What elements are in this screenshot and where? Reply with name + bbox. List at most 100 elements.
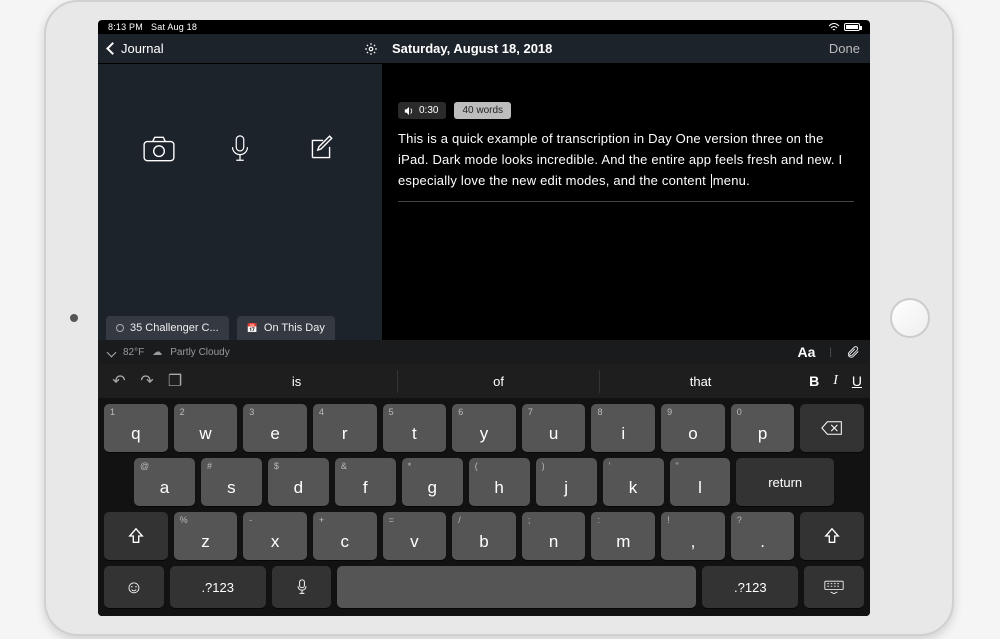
entry-text-a: This is a quick example of transcription… (398, 131, 842, 188)
key-h[interactable]: (h (469, 458, 530, 506)
key-g[interactable]: *g (402, 458, 463, 506)
gear-icon[interactable] (364, 42, 378, 56)
shift-key-left[interactable] (104, 512, 168, 560)
back-label: Journal (121, 41, 164, 56)
app-header: Journal Saturday, August 18, 2018 Done (98, 34, 870, 64)
key-x[interactable]: -x (243, 512, 307, 560)
key-o[interactable]: 9o (661, 404, 725, 452)
suggestion-3[interactable]: that (599, 370, 801, 393)
suggestion-1[interactable]: is (196, 370, 397, 393)
battery-icon (844, 23, 860, 31)
entry-date-title: Saturday, August 18, 2018 (392, 41, 829, 56)
quicktype-row: ↶ ↷ ❐ is of that B I U (98, 364, 870, 398)
back-button[interactable]: Journal (108, 41, 228, 56)
microphone-icon[interactable] (223, 134, 257, 164)
audio-row: 0:30 40 words (398, 102, 854, 119)
shift-key-right[interactable] (800, 512, 864, 560)
chip-label: 35 Challenger C... (130, 322, 219, 334)
toolbar-temp[interactable]: 82°F (123, 347, 144, 358)
keyboard-wrapper: 82°F ☁ Partly Cloudy Aa | ↶ ↷ ❐ is of th… (98, 340, 870, 616)
key-d[interactable]: $d (268, 458, 329, 506)
editor-pane[interactable]: 0:30 40 words This is a quick example of… (382, 64, 870, 340)
key-z[interactable]: %z (174, 512, 238, 560)
bold-button[interactable]: B (809, 373, 819, 389)
backspace-key[interactable] (800, 404, 864, 452)
format-controls: B I U (809, 373, 862, 389)
entry-divider (398, 201, 854, 202)
camera-icon[interactable] (142, 134, 176, 164)
audio-clip-badge[interactable]: 0:30 (398, 102, 446, 119)
toolbar-weather[interactable]: Partly Cloudy (170, 347, 229, 358)
key-l[interactable]: "l (670, 458, 731, 506)
chevron-down-icon[interactable] (107, 347, 117, 357)
key-a[interactable]: @a (134, 458, 195, 506)
numswitch-key-left[interactable]: .?123 (170, 566, 266, 608)
key-v[interactable]: =v (383, 512, 447, 560)
pin-icon (116, 324, 124, 332)
keyboard: 1q2w3e4r5t6y7u8i9o0p @a#s$d&f*g(h)j'k"lr… (98, 398, 870, 616)
entry-text-b: menu. (713, 173, 750, 188)
key-q[interactable]: 1q (104, 404, 168, 452)
screen: 8:13 PM Sat Aug 18 Journal Saturday, Aug… (98, 20, 870, 616)
return-key[interactable]: return (736, 458, 834, 506)
emoji-key[interactable]: ☺ (104, 566, 164, 608)
key-w[interactable]: 2w (174, 404, 238, 452)
text-style-button[interactable]: Aa (797, 344, 815, 360)
undo-icon[interactable]: ↶ (106, 371, 132, 391)
entry-text[interactable]: This is a quick example of transcription… (398, 129, 854, 191)
status-time: 8:13 PM (108, 22, 143, 32)
key-p[interactable]: 0p (731, 404, 795, 452)
key-j[interactable]: )j (536, 458, 597, 506)
wifi-icon (828, 23, 840, 32)
clipboard-icon[interactable]: ❐ (162, 371, 188, 391)
suggestion-2[interactable]: of (397, 370, 599, 393)
paperclip-icon[interactable] (846, 345, 860, 359)
key-r[interactable]: 4r (313, 404, 377, 452)
key-m[interactable]: :m (591, 512, 655, 560)
ipad-frame: 8:13 PM Sat Aug 18 Journal Saturday, Aug… (44, 0, 954, 636)
key-c[interactable]: +c (313, 512, 377, 560)
audio-duration: 0:30 (419, 105, 438, 116)
key-y[interactable]: 6y (452, 404, 516, 452)
italic-button[interactable]: I (833, 373, 838, 389)
chip-label: On This Day (264, 322, 325, 334)
key-b[interactable]: /b (452, 512, 516, 560)
space-key[interactable] (337, 566, 696, 608)
key-,[interactable]: !, (661, 512, 725, 560)
key-u[interactable]: 7u (522, 404, 586, 452)
key-.[interactable]: ?. (731, 512, 795, 560)
sidebar: 35 Challenger C... 📅 On This Day (98, 64, 382, 340)
status-right (828, 23, 860, 32)
word-count-badge[interactable]: 40 words (454, 102, 511, 119)
underline-button[interactable]: U (852, 373, 862, 389)
action-row (98, 64, 382, 204)
status-bar: 8:13 PM Sat Aug 18 (98, 20, 870, 34)
key-e[interactable]: 3e (243, 404, 307, 452)
key-k[interactable]: 'k (603, 458, 664, 506)
key-t[interactable]: 5t (383, 404, 447, 452)
front-camera-dot (70, 314, 78, 322)
key-n[interactable]: ;n (522, 512, 586, 560)
speaker-icon (404, 106, 414, 116)
home-button[interactable] (890, 298, 930, 338)
cloud-icon: ☁ (152, 347, 162, 358)
editor-toolbar: 82°F ☁ Partly Cloudy Aa | (98, 340, 870, 364)
dismiss-keyboard-key[interactable] (804, 566, 864, 608)
suggestions: is of that (196, 370, 801, 393)
chip-onthisday[interactable]: 📅 On This Day (237, 316, 335, 340)
text-cursor (711, 174, 712, 188)
key-i[interactable]: 8i (591, 404, 655, 452)
dictation-key[interactable] (272, 566, 332, 608)
calendar-icon: 📅 (247, 323, 258, 334)
chip-location[interactable]: 35 Challenger C... (106, 316, 229, 340)
redo-icon[interactable]: ↷ (134, 371, 160, 391)
sidebar-chips: 35 Challenger C... 📅 On This Day (106, 316, 374, 340)
key-f[interactable]: &f (335, 458, 396, 506)
done-button[interactable]: Done (829, 41, 860, 56)
status-time-date: 8:13 PM Sat Aug 18 (108, 22, 197, 32)
numswitch-key-right[interactable]: .?123 (702, 566, 798, 608)
chevron-left-icon (106, 42, 119, 55)
status-date: Sat Aug 18 (151, 22, 197, 32)
compose-icon[interactable] (304, 134, 338, 164)
key-s[interactable]: #s (201, 458, 262, 506)
